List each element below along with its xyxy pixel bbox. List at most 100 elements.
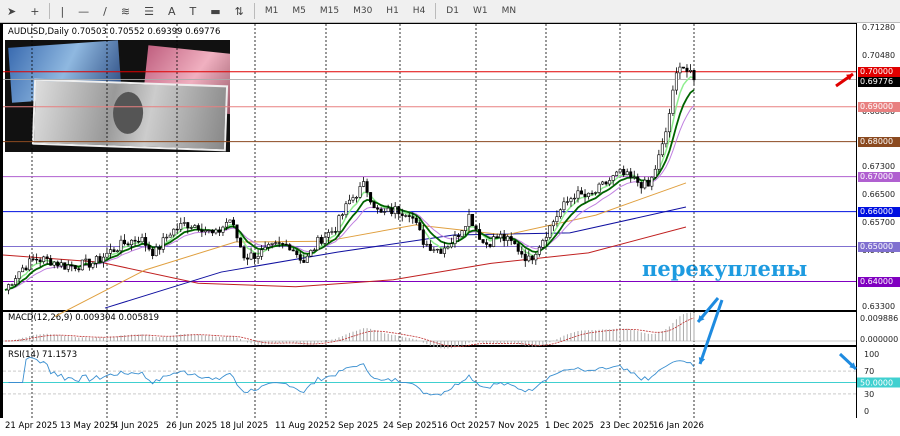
chart-canvas: 0.712800.704800.688800.673000.665000.657… — [2, 23, 900, 418]
candle — [42, 256, 46, 262]
candle — [688, 69, 692, 72]
candle — [123, 239, 127, 245]
candle — [246, 257, 250, 260]
price-tick-label: 0.71280 — [862, 23, 895, 32]
candle — [537, 247, 541, 255]
candle — [527, 255, 531, 262]
candle — [182, 222, 186, 224]
candle — [460, 230, 464, 237]
candle — [337, 215, 341, 232]
level-price-tag: 0.65000 — [858, 241, 900, 252]
candle — [108, 249, 112, 254]
price-tick-label: 0.63300 — [862, 302, 895, 311]
candle — [516, 243, 520, 252]
candle — [587, 192, 591, 197]
candle — [253, 252, 257, 259]
candle — [432, 249, 436, 251]
candle — [7, 284, 11, 291]
candle — [302, 259, 306, 263]
rsi-tick-label: 30 — [864, 390, 874, 399]
current-price-tag: 0.69776 — [858, 76, 900, 87]
candle — [21, 267, 25, 273]
candle — [594, 192, 598, 194]
candle — [449, 243, 453, 248]
candle — [70, 264, 74, 267]
candle — [506, 236, 510, 241]
candle — [421, 229, 425, 245]
candle — [495, 236, 499, 239]
candle — [632, 176, 636, 178]
candle — [485, 242, 489, 245]
candle — [572, 197, 576, 200]
candle — [404, 215, 408, 217]
candle — [196, 225, 200, 231]
candle — [418, 222, 422, 231]
candle — [260, 249, 264, 257]
candle — [681, 66, 685, 69]
level-price-tag: 0.67000 — [858, 171, 900, 182]
price-tick-label: 0.70480 — [862, 51, 895, 60]
candle — [583, 193, 587, 197]
candle — [281, 243, 285, 245]
candle — [77, 268, 81, 271]
candle — [172, 228, 176, 236]
candle — [87, 258, 91, 268]
price-tick-label: 0.67300 — [862, 162, 895, 171]
candle — [425, 243, 429, 246]
candle — [347, 199, 351, 205]
candle — [400, 213, 404, 216]
level-price-tag: 0.68000 — [858, 136, 900, 147]
candle — [161, 237, 165, 250]
candle — [333, 231, 337, 233]
candle — [207, 229, 211, 232]
candle — [467, 213, 471, 227]
candle — [365, 181, 369, 193]
candle — [45, 256, 49, 259]
candle — [316, 237, 320, 251]
candle — [502, 234, 506, 241]
candle — [611, 175, 615, 181]
candle — [133, 239, 137, 242]
candle — [660, 143, 664, 156]
candle — [664, 131, 668, 145]
candle — [91, 262, 95, 268]
candle — [10, 284, 14, 286]
candle — [221, 226, 225, 233]
candle — [499, 234, 503, 239]
candle — [541, 240, 545, 248]
candle — [14, 278, 18, 285]
candle — [298, 254, 302, 261]
candle — [590, 192, 594, 195]
candle — [446, 246, 450, 249]
candle — [646, 179, 650, 187]
level-price-tag: 0.64000 — [858, 276, 900, 287]
candle — [98, 256, 102, 263]
candle — [548, 225, 552, 238]
candle — [650, 176, 654, 187]
candle — [231, 219, 235, 226]
candle — [379, 208, 383, 213]
candle — [488, 244, 492, 247]
candle — [295, 250, 299, 255]
candle — [228, 219, 232, 223]
ma-blue-line — [104, 206, 687, 309]
candle — [340, 214, 344, 216]
price-tick-label: 0.65700 — [862, 218, 895, 227]
candle — [210, 229, 214, 234]
rsi-tick-label: 0 — [864, 407, 869, 416]
candle — [119, 239, 123, 252]
candle — [24, 267, 28, 271]
candle — [63, 262, 67, 270]
candle — [393, 206, 397, 214]
candle — [351, 197, 355, 201]
candle — [200, 229, 204, 233]
candle — [101, 256, 105, 263]
candle — [474, 225, 478, 230]
macd-tick-label: 0.009886 — [860, 314, 898, 323]
price-tick-label: 0.66500 — [862, 190, 895, 199]
candle — [362, 181, 366, 187]
candle — [203, 230, 207, 233]
candle — [288, 244, 292, 251]
macd-signal-line — [4, 317, 695, 347]
candle — [358, 186, 362, 198]
